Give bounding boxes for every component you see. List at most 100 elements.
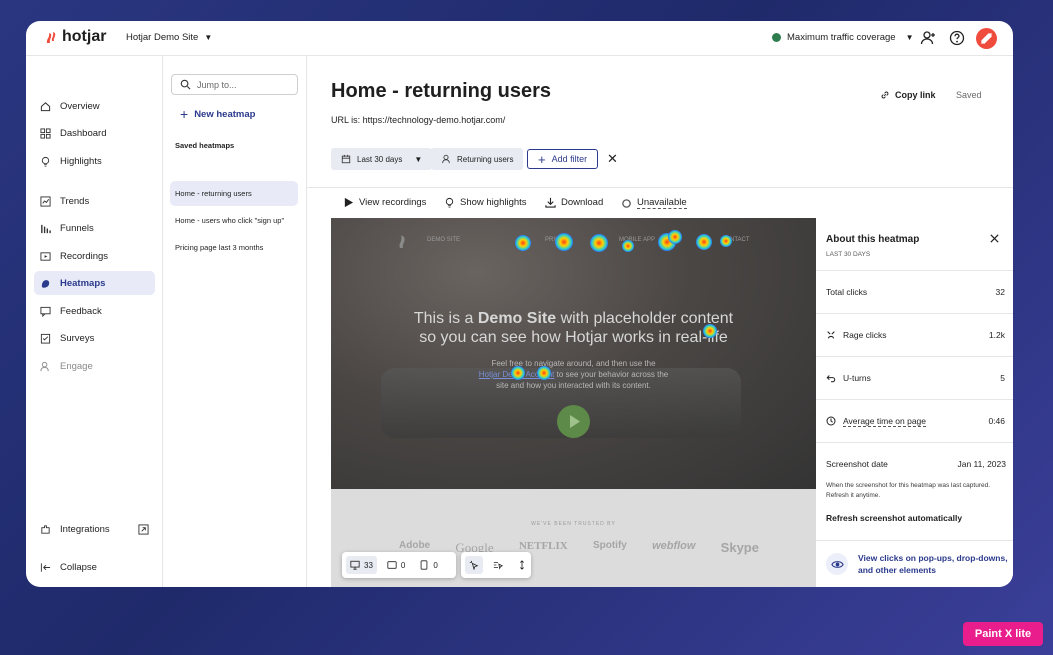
desktop-icon	[350, 560, 360, 570]
nav-label: Overview	[60, 100, 100, 112]
mobile-count: 0	[433, 560, 438, 570]
click-heat-spot	[720, 235, 732, 247]
unavailable-status[interactable]: Unavailable	[621, 197, 687, 209]
metric-label: Total clicks	[826, 287, 868, 297]
dashboard-icon	[40, 127, 51, 139]
jump-to-input[interactable]: Jump to...	[171, 74, 298, 95]
add-filter-button[interactable]: + Add filter	[527, 149, 599, 169]
heatmap-icon	[41, 279, 50, 288]
desktop-count: 33	[364, 560, 373, 570]
device-switcher: 33 0 0	[342, 552, 456, 578]
click-heat-spot	[668, 230, 682, 244]
click-heat-spot	[537, 366, 551, 380]
metric-value: 32	[995, 287, 1005, 297]
paragraph-line-2: to see your behavior across the	[554, 370, 669, 379]
popup-clicks-label: View clicks on pop-ups, drop-downs, and …	[858, 553, 1008, 575]
nav-label: Dashboard	[60, 127, 107, 139]
nav-item-trends[interactable]: Trends	[34, 189, 155, 213]
external-link-icon	[138, 523, 149, 535]
metric-value: 1.2k	[988, 330, 1005, 340]
divider	[816, 442, 1013, 443]
nav-label: Funnels	[60, 222, 94, 234]
brand-name: hotjar	[62, 28, 107, 45]
download-button[interactable]: Download	[545, 197, 603, 208]
clear-filters-icon[interactable]: ✕	[607, 152, 618, 165]
segment-label: Returning users	[457, 154, 514, 164]
map-type-switcher	[461, 552, 531, 578]
nav-label: Highlights	[60, 155, 102, 167]
home-icon	[40, 101, 51, 111]
mobile-device-button[interactable]: 0	[415, 556, 441, 574]
desktop-device-button[interactable]: 33	[346, 556, 377, 574]
add-user-icon[interactable]	[920, 30, 936, 46]
view-recordings-button[interactable]: View recordings	[343, 197, 426, 208]
site-selector[interactable]: Hotjar Demo Site ▼	[126, 32, 212, 43]
nav-item-surveys[interactable]: Surveys	[34, 326, 155, 350]
show-highlights-button[interactable]: Show highlights	[444, 197, 527, 208]
new-heatmap-button[interactable]: + New heatmap	[180, 106, 255, 122]
metric-rage-clicks: Rage clicks 1.2k	[816, 313, 1013, 356]
add-filter-label: Add filter	[551, 154, 588, 164]
nav-item-recordings[interactable]: Recordings	[34, 244, 155, 268]
nav-item-dashboard[interactable]: Dashboard	[34, 121, 155, 145]
copy-link-button[interactable]: Copy link	[880, 90, 936, 100]
mobile-icon	[421, 560, 428, 570]
engage-icon	[40, 361, 49, 371]
nav-label: Trends	[60, 195, 90, 207]
hotjar-logo[interactable]: hotjar	[44, 28, 106, 46]
view-popup-clicks-button[interactable]: View clicks on pop-ups, drop-downs, and …	[816, 540, 1013, 587]
coverage-check-icon	[772, 33, 781, 42]
move-map-button[interactable]	[489, 556, 507, 574]
scroll-map-icon	[520, 560, 524, 570]
heatmap-list-item[interactable]: Pricing page last 3 months	[170, 235, 298, 260]
eye-glyph	[830, 560, 844, 568]
nav-item-heatmaps[interactable]: Heatmaps	[34, 271, 155, 295]
tablet-device-button[interactable]: 0	[383, 556, 409, 574]
headline-emphasis: Demo Site	[477, 310, 557, 327]
nav-item-integrations[interactable]: Integrations	[34, 517, 155, 541]
rage-icon	[827, 331, 835, 339]
uturn-icon	[826, 375, 836, 383]
heatmap-preview[interactable]: DEMO SITE PRICING MOBILE APP CONTACT Thi…	[331, 218, 816, 587]
nav-label: Collapse	[60, 561, 97, 573]
scroll-map-button[interactable]	[513, 556, 531, 574]
site-nav-link: DEMO SITE	[427, 237, 461, 243]
click-map-icon	[469, 560, 479, 570]
nav-item-engage[interactable]: Engage	[34, 354, 155, 378]
refresh-screenshot-toggle[interactable]: Refresh screenshot automatically	[826, 513, 962, 523]
traffic-coverage-selector[interactable]: Maximum traffic coverage ▼	[772, 32, 914, 43]
close-icon[interactable]	[989, 233, 1000, 244]
nav-label: Engage	[60, 360, 93, 372]
view-recordings-label: View recordings	[359, 197, 427, 208]
help-icon[interactable]	[949, 30, 965, 46]
metric-label: U-turns	[843, 373, 871, 383]
click-map-button[interactable]	[465, 556, 483, 574]
saved-status: Saved	[956, 90, 982, 100]
feedback-icon	[40, 306, 51, 317]
brand-logo-spotify: Spotify	[592, 540, 627, 551]
user-avatar[interactable]	[976, 28, 997, 49]
nav-label: Surveys	[60, 332, 95, 344]
brand-logo-skype: Skype	[720, 540, 759, 555]
heatmap-list-item[interactable]: Home - users who click "sign up"	[170, 208, 298, 233]
heatmap-list-panel: Jump to... + New heatmap Saved heatmaps …	[163, 56, 307, 587]
tablet-count: 0	[400, 560, 406, 570]
segment-filter[interactable]: Returning users	[431, 148, 524, 170]
nav-item-highlights[interactable]: Highlights	[34, 149, 155, 173]
metric-total-clicks: Total clicks 32	[816, 270, 1013, 313]
app-window: hotjar Hotjar Demo Site ▼ Maximum traffi…	[26, 21, 1013, 587]
nav-item-funnels[interactable]: Funnels	[34, 216, 155, 240]
collapse-button[interactable]: Collapse	[34, 555, 155, 579]
click-heat-spot	[703, 324, 717, 338]
date-range-filter[interactable]: Last 30 days ▼	[331, 148, 433, 170]
nav-label: Recordings	[60, 250, 109, 262]
heatmap-list-item[interactable]: Home - returning users	[170, 181, 298, 206]
puzzle-icon	[41, 524, 50, 534]
metric-label[interactable]: Average time on page	[843, 416, 927, 427]
nav-item-overview[interactable]: Overview	[34, 94, 155, 118]
nav-item-feedback[interactable]: Feedback	[34, 299, 155, 323]
paragraph-line-3: site and how you interacted with its con…	[496, 381, 651, 390]
main-content: Home - returning users URL is: https://t…	[307, 56, 1013, 587]
heatmap-toolbar: View recordings Show highlights Download…	[307, 187, 1013, 217]
jump-to-placeholder: Jump to...	[197, 79, 237, 90]
